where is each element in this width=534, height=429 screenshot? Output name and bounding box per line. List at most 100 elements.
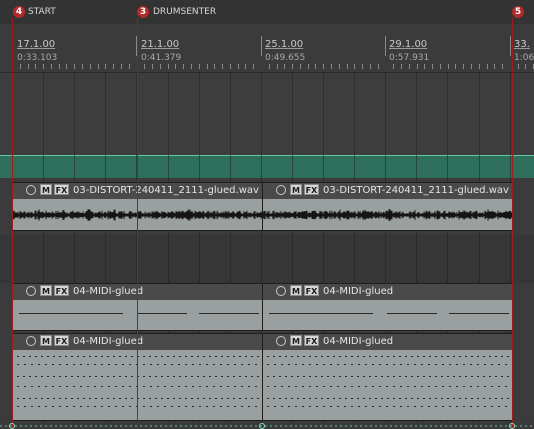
item-mute-button[interactable]: M bbox=[40, 184, 52, 195]
midi-note bbox=[45, 364, 47, 365]
midi-note bbox=[31, 386, 33, 387]
lock-icon[interactable] bbox=[26, 185, 36, 195]
midi-note bbox=[241, 406, 243, 407]
midi-note bbox=[167, 376, 169, 377]
item-fx-button[interactable]: FX bbox=[304, 285, 319, 296]
midi-note bbox=[489, 398, 491, 399]
midi-note bbox=[274, 364, 276, 365]
item-fx-button[interactable]: FX bbox=[304, 184, 319, 195]
selected-track-lane[interactable] bbox=[0, 155, 534, 179]
midi-note bbox=[248, 386, 250, 387]
ruler-tick bbox=[35, 64, 36, 69]
marker-line[interactable] bbox=[12, 18, 13, 429]
midi-note bbox=[52, 364, 54, 365]
ruler-tick bbox=[393, 64, 394, 69]
midi-note bbox=[470, 364, 472, 365]
ruler-tick bbox=[152, 64, 153, 69]
midi-note bbox=[339, 376, 341, 377]
midi-note bbox=[137, 313, 187, 314]
midi-note bbox=[453, 356, 455, 357]
midi-note bbox=[192, 406, 194, 407]
midi-note bbox=[315, 376, 317, 377]
midi-note bbox=[505, 386, 507, 387]
midi-note bbox=[309, 356, 311, 357]
ruler-tick bbox=[144, 64, 145, 69]
marker-5-badge[interactable]: 5 bbox=[512, 6, 524, 18]
arrange-view[interactable]: 4 START 3 DRUMSENTER 5 17.1.00 0:33.103 … bbox=[0, 0, 534, 429]
item-fx-button[interactable]: FX bbox=[304, 335, 319, 346]
midi-note bbox=[505, 364, 507, 365]
midi-note bbox=[321, 376, 323, 377]
marker-4-badge[interactable]: 4 bbox=[13, 6, 25, 18]
item-mute-button[interactable]: M bbox=[290, 285, 302, 296]
midi-note bbox=[351, 406, 353, 407]
midi-note bbox=[101, 364, 103, 365]
midi-note bbox=[288, 386, 290, 387]
ruler-bar-label: 17.1.00 bbox=[17, 39, 56, 50]
midi-note bbox=[17, 356, 19, 357]
ruler-tick bbox=[308, 64, 309, 69]
midi-note bbox=[447, 376, 449, 377]
midi-note bbox=[477, 406, 479, 407]
midi-note bbox=[47, 398, 49, 399]
track-lane-top[interactable] bbox=[0, 73, 534, 155]
lock-icon[interactable] bbox=[26, 286, 36, 296]
item-fx-button[interactable]: FX bbox=[54, 335, 69, 346]
midi-note bbox=[421, 386, 423, 387]
midi-note bbox=[267, 356, 269, 357]
item-header[interactable]: M FX 04-MIDI-glued bbox=[263, 334, 512, 350]
midi-note bbox=[65, 376, 67, 377]
item-fx-button[interactable]: FX bbox=[54, 285, 69, 296]
midi-note bbox=[199, 313, 259, 314]
marker-line[interactable] bbox=[512, 18, 513, 429]
midi-note bbox=[179, 356, 181, 357]
marker-line[interactable] bbox=[137, 18, 138, 429]
ruler-tick bbox=[160, 64, 161, 69]
item-header[interactable]: M FX 04-MIDI-glued bbox=[263, 284, 512, 300]
midi-note bbox=[267, 398, 269, 399]
midi-note bbox=[45, 386, 47, 387]
midi-note bbox=[173, 398, 175, 399]
ruler-tick bbox=[51, 64, 52, 69]
midi-item[interactable]: M FX 04-MIDI-glued bbox=[262, 283, 513, 331]
midi-note bbox=[31, 364, 33, 365]
lock-icon[interactable] bbox=[276, 286, 286, 296]
midi-note bbox=[471, 356, 473, 357]
midi-note bbox=[421, 406, 423, 407]
marker-3-badge[interactable]: 3 bbox=[137, 6, 149, 18]
track-lane-empty[interactable] bbox=[0, 235, 534, 283]
audio-item[interactable]: M FX 03-DISTORT-240411_2111-glued.wav bbox=[262, 182, 513, 231]
midi-note bbox=[442, 364, 444, 365]
midi-note bbox=[369, 356, 371, 357]
item-mute-button[interactable]: M bbox=[40, 285, 52, 296]
midi-note bbox=[453, 398, 455, 399]
item-fx-button[interactable]: FX bbox=[54, 184, 69, 195]
item-mute-button[interactable]: M bbox=[290, 184, 302, 195]
item-mute-button[interactable]: M bbox=[40, 335, 52, 346]
midi-note bbox=[339, 356, 341, 357]
ruler-tick bbox=[98, 64, 99, 69]
midi-note bbox=[129, 386, 131, 387]
midi-note bbox=[309, 398, 311, 399]
envelope-lane[interactable] bbox=[0, 423, 534, 429]
midi-note bbox=[303, 398, 305, 399]
lock-icon[interactable] bbox=[276, 185, 286, 195]
midi-note bbox=[369, 398, 371, 399]
midi-note bbox=[47, 376, 49, 377]
lock-icon[interactable] bbox=[26, 336, 36, 346]
audio-waveform bbox=[13, 209, 262, 221]
midi-note bbox=[303, 376, 305, 377]
item-header[interactable]: M FX 03-DISTORT-240411_2111-glued.wav bbox=[263, 183, 512, 199]
midi-item[interactable]: M FX 04-MIDI-glued bbox=[262, 333, 513, 421]
midi-note bbox=[80, 386, 82, 387]
marker-3-label[interactable]: DRUMSENTER bbox=[153, 6, 216, 18]
marker-lane[interactable]: 4 START 3 DRUMSENTER 5 bbox=[0, 0, 534, 24]
marker-4-label[interactable]: START bbox=[28, 6, 56, 18]
timeline-ruler[interactable]: 17.1.00 0:33.103 21.1.00 0:41.379 25.1.0… bbox=[0, 24, 534, 73]
ruler-tick bbox=[401, 64, 402, 69]
item-mute-button[interactable]: M bbox=[290, 335, 302, 346]
ruler-tick bbox=[113, 64, 114, 69]
lock-icon[interactable] bbox=[276, 336, 286, 346]
midi-note bbox=[369, 376, 371, 377]
midi-note bbox=[295, 386, 297, 387]
